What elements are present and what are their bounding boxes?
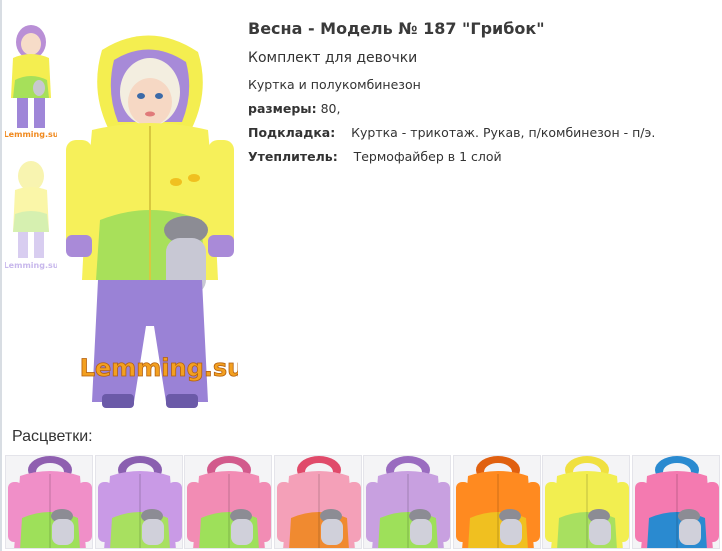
insulation-value: Термофайбер в 1 слой: [353, 149, 502, 164]
product-info: Весна - Модель № 187 "Грибок" Комплект д…: [248, 18, 718, 172]
thumbnail-logo: Lemming.su: [5, 130, 57, 139]
sizes-value: 80,: [320, 101, 341, 116]
sizes-label: размеры:: [248, 101, 317, 116]
lining-value: Куртка - трикотаж. Рукав, п/комбинезон -…: [351, 125, 656, 140]
color-swatch-3[interactable]: [184, 455, 272, 549]
thumbnail-list: Lemming.su Lemming.su: [4, 20, 60, 292]
lining-label: Подкладка:: [248, 125, 336, 140]
color-swatch-list: [5, 455, 721, 551]
thumbnail-back-logo: Lemming.su: [5, 261, 57, 270]
color-swatch-1[interactable]: [5, 455, 93, 549]
product-sizes: размеры: 80,: [248, 100, 718, 118]
color-swatch-4[interactable]: [273, 455, 362, 549]
product-subtitle: Комплект для девочки: [248, 50, 418, 66]
color-swatch-2[interactable]: [94, 455, 183, 549]
color-swatch-5[interactable]: [363, 455, 451, 549]
main-product-photo[interactable]: Lemming.su: [62, 30, 245, 414]
colors-heading: Расцветки:: [12, 428, 93, 445]
color-swatch-7[interactable]: [542, 455, 630, 549]
product-composition: Куртка и полукомбинезон: [248, 77, 421, 92]
thumbnail-front[interactable]: Lemming.su: [4, 20, 59, 140]
left-frame-edge: [0, 0, 2, 551]
lemming-logo: Lemming.su: [80, 354, 238, 382]
product-insulation: Утеплитель: Термофайбер в 1 слой: [248, 148, 718, 166]
insulation-label: Утеплитель:: [248, 149, 338, 164]
product-lining: Подкладка: Куртка - трикотаж. Рукав, п/к…: [248, 124, 718, 142]
thumbnail-back[interactable]: Lemming.su: [4, 156, 59, 276]
color-swatch-6[interactable]: [452, 455, 541, 549]
product-title: Весна - Модель № 187 "Грибок": [248, 19, 545, 38]
color-swatch-8[interactable]: [631, 455, 720, 549]
